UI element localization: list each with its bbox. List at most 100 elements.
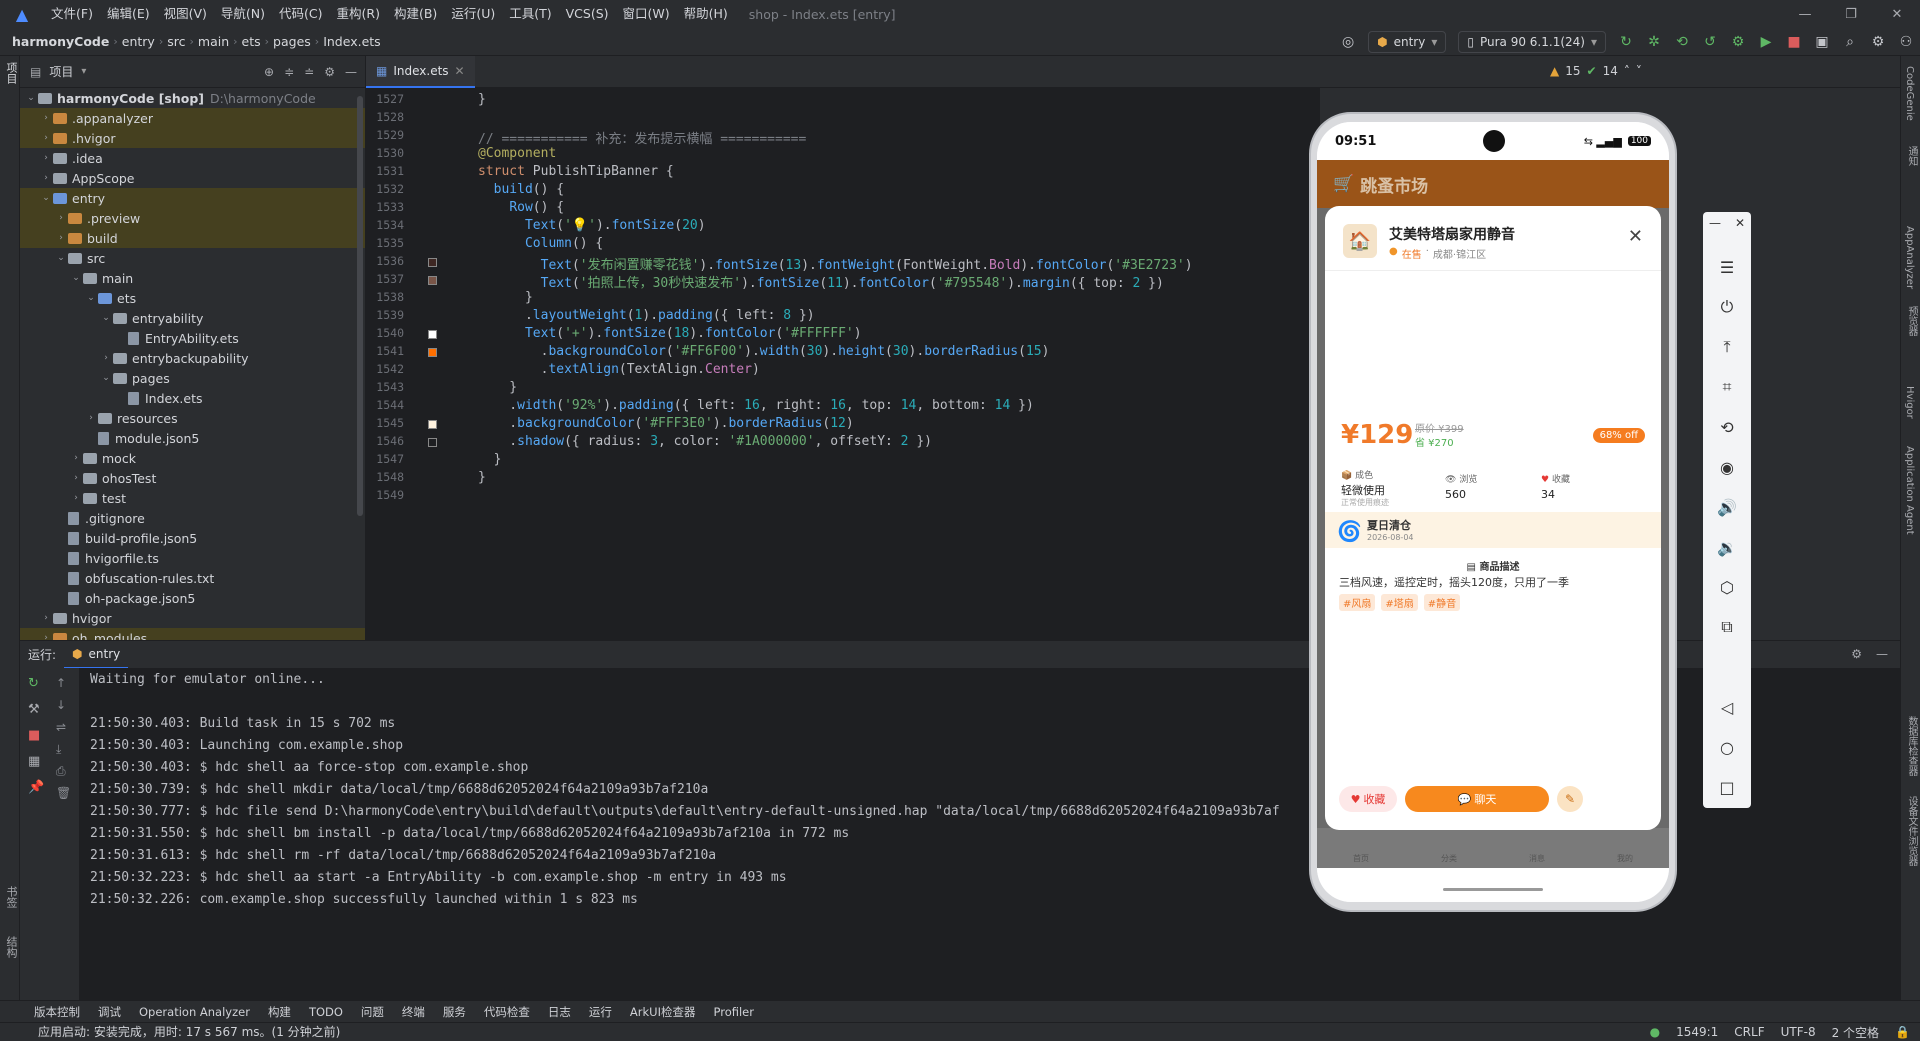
menu-item[interactable]: 代码(C)	[272, 0, 329, 28]
phone-tab[interactable]: 分类	[1441, 853, 1457, 864]
menu-item[interactable]: 工具(T)	[502, 0, 558, 28]
emulator-screen[interactable]: 09:51 ⇆ ▂▄▆ 100 🛒 跳蚤市场 首页 分类 消息 我的 🏠 艾美特塔扇家…	[1317, 122, 1669, 902]
run-settings-icon[interactable]: ⚙	[1851, 647, 1862, 661]
tool-window-button[interactable]: ArkUI检查器	[630, 1004, 696, 1020]
power-icon[interactable]: ⏻	[1703, 290, 1751, 324]
tree-item[interactable]: › test	[20, 488, 365, 508]
tree-arrow-icon[interactable]: ›	[39, 173, 53, 183]
menu-item[interactable]: 运行(U)	[444, 0, 502, 28]
tree-arrow-icon[interactable]: ⌄	[69, 273, 83, 283]
tree-item[interactable]: › build	[20, 228, 365, 248]
tree-arrow-icon[interactable]: ⌄	[39, 193, 53, 203]
coverage-icon[interactable]: ▶	[1752, 28, 1780, 56]
project-panel-title[interactable]: 项目	[49, 63, 73, 80]
color-swatch-icon[interactable]	[428, 258, 437, 267]
right-tool-button[interactable]: 预览器	[1904, 306, 1919, 336]
tree-item[interactable]: Index.ets	[20, 388, 365, 408]
menu-item[interactable]: VCS(S)	[559, 0, 616, 28]
minimize-emulator-button[interactable]: —	[1709, 216, 1721, 230]
scroll-down-icon[interactable]: ↓	[56, 698, 66, 712]
tab-index-ets[interactable]: ▦ Index.ets ✕	[366, 56, 475, 88]
layout-icon[interactable]: ▦	[28, 754, 40, 769]
menu-item[interactable]: 视图(V)	[157, 0, 214, 28]
tree-item[interactable]: ⌄ src	[20, 248, 365, 268]
tree-item[interactable]: ⌄ entryability	[20, 308, 365, 328]
back-icon[interactable]: ◁	[1703, 690, 1751, 724]
tree-item[interactable]: › hvigor	[20, 608, 365, 628]
attach-debugger-icon[interactable]: ⟲	[1668, 28, 1696, 56]
color-swatch-icon[interactable]	[428, 276, 437, 285]
settings-gear-icon[interactable]: ⚙	[1864, 28, 1892, 56]
color-swatch-icon[interactable]	[428, 330, 437, 339]
fold-icon[interactable]: ⬡	[1703, 570, 1751, 604]
structure-tool-button[interactable]: 结构	[3, 936, 19, 958]
menu-item[interactable]: 编辑(E)	[100, 0, 157, 28]
favorite-button[interactable]: ♥ 收藏	[1339, 786, 1397, 812]
volume-up-icon[interactable]: 🔊	[1703, 490, 1751, 524]
right-tool-button[interactable]: Application Agent	[1904, 446, 1915, 535]
breadcrumb-item[interactable]: ets	[238, 34, 265, 49]
tree-item[interactable]: › .preview	[20, 208, 365, 228]
seller-row[interactable]: 🌀 夏日清仓 2026-08-04	[1325, 512, 1661, 548]
collapse-all-icon[interactable]: ≐	[304, 65, 314, 79]
right-tool-button[interactable]: 通知	[1904, 146, 1919, 166]
upload-icon[interactable]: ⤒	[1703, 330, 1751, 364]
tool-window-button[interactable]: 代码检查	[484, 1004, 530, 1020]
tree-item[interactable]: › entrybackupability	[20, 348, 365, 368]
print-icon[interactable]: ⎙	[56, 764, 66, 779]
tool-window-button[interactable]: Operation Analyzer	[139, 1005, 250, 1019]
tree-item[interactable]: .gitignore	[20, 508, 365, 528]
file-encoding[interactable]: UTF-8	[1781, 1025, 1816, 1039]
tree-item[interactable]: › resources	[20, 408, 365, 428]
home-indicator[interactable]	[1443, 888, 1543, 891]
search-icon[interactable]: ⌕	[1836, 28, 1864, 56]
tool-window-button[interactable]: 构建	[268, 1004, 291, 1020]
tree-arrow-icon[interactable]: ⌄	[99, 313, 113, 323]
lock-icon[interactable]: 🔒	[1895, 1025, 1910, 1039]
tree-arrow-icon[interactable]: ›	[54, 233, 68, 243]
tool-window-button[interactable]: 调试	[98, 1004, 121, 1020]
tree-item[interactable]: ⌄ ets	[20, 288, 365, 308]
tree-item[interactable]: › AppScope	[20, 168, 365, 188]
clear-icon[interactable]: 🗑	[56, 786, 71, 800]
tree-item[interactable]: › .idea	[20, 148, 365, 168]
tree-arrow-icon[interactable]: ›	[69, 453, 83, 463]
menu-item[interactable]: 窗口(W)	[616, 0, 677, 28]
tree-item[interactable]: › mock	[20, 448, 365, 468]
wrench-icon[interactable]: ⚒	[28, 702, 40, 717]
caret-position[interactable]: 1549:1	[1676, 1025, 1718, 1039]
menu-item[interactable]: 导航(N)	[214, 0, 272, 28]
right-tool-button[interactable]: Hvigor	[1904, 386, 1915, 419]
hide-panel-icon[interactable]: —	[345, 65, 357, 79]
tree-arrow-icon[interactable]: ›	[39, 133, 53, 143]
tree-item[interactable]: oh-package.json5	[20, 588, 365, 608]
target-icon[interactable]: ◎	[1334, 28, 1362, 56]
screenshot-icon[interactable]: ◉	[1703, 450, 1751, 484]
tool-window-button[interactable]: TODO	[309, 1005, 343, 1019]
menu-icon[interactable]: ☰	[1703, 250, 1751, 284]
phone-tab[interactable]: 首页	[1353, 853, 1369, 864]
scroll-end-icon[interactable]: ⤓	[56, 742, 61, 757]
close-emulator-button[interactable]: ✕	[1735, 216, 1745, 230]
bookmarks-tool-button[interactable]: 书签	[3, 886, 19, 908]
color-swatch-icon[interactable]	[428, 438, 437, 447]
menu-item[interactable]: 帮助(H)	[677, 0, 735, 28]
phone-tab[interactable]: 消息	[1529, 853, 1545, 864]
right-tool-button[interactable]: AppAnalyzer	[1904, 226, 1915, 289]
hide-run-panel-icon[interactable]: —	[1876, 647, 1888, 661]
breadcrumb-item[interactable]: Index.ets	[319, 34, 385, 49]
stop-icon[interactable]: ■	[28, 728, 40, 743]
right-tool-button[interactable]: 设备文件浏览器	[1904, 796, 1919, 866]
expand-all-icon[interactable]: ≑	[284, 65, 294, 79]
right-tool-button[interactable]: CodeGenie	[1904, 66, 1915, 121]
profile-icon[interactable]: ⚙	[1724, 28, 1752, 56]
tree-arrow-icon[interactable]: ›	[84, 413, 98, 423]
menu-item[interactable]: 文件(F)	[44, 0, 100, 28]
multi-screen-icon[interactable]: ⧉	[1703, 610, 1751, 644]
soft-wrap-icon[interactable]: ⇌	[56, 720, 66, 734]
debug-icon[interactable]: ✲	[1640, 28, 1668, 56]
tree-item[interactable]: build-profile.json5	[20, 528, 365, 548]
breadcrumb-item[interactable]: main	[194, 34, 233, 49]
rerun-icon[interactable]: ↻	[1612, 28, 1640, 56]
locate-icon[interactable]: ⊕	[264, 65, 274, 79]
